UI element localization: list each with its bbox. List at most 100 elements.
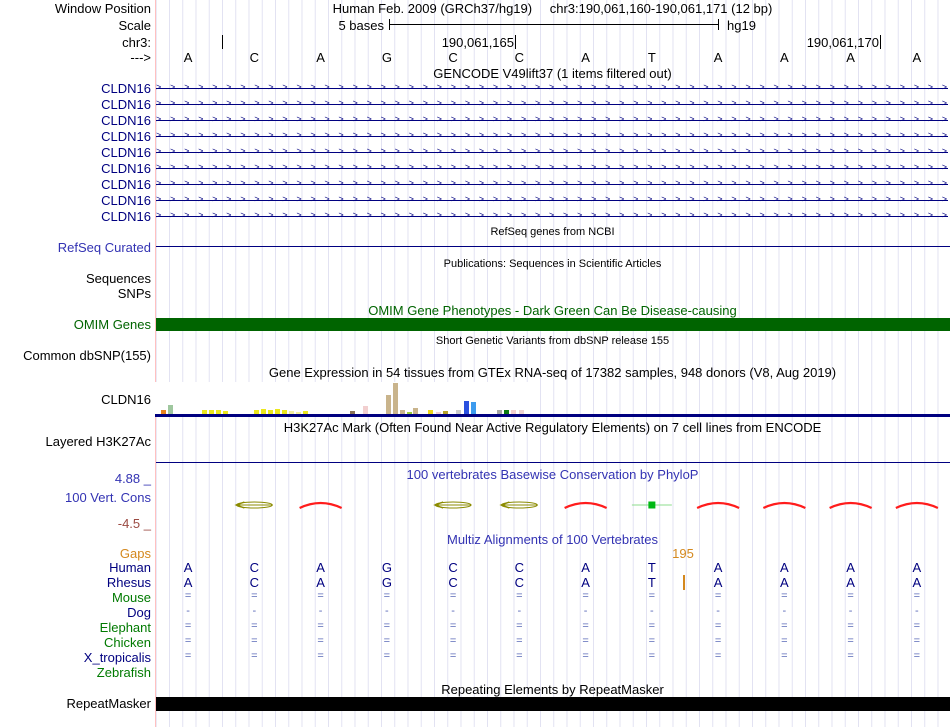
gtex-baseline (155, 414, 950, 417)
align-base: A (581, 560, 590, 575)
gaps-label[interactable]: Gaps (0, 546, 151, 561)
gene-row-label[interactable]: CLDN16 (0, 161, 151, 176)
repeatmasker-label[interactable]: RepeatMasker (0, 696, 151, 711)
gtex-bar[interactable] (168, 405, 173, 414)
gene-row-label[interactable]: CLDN16 (0, 193, 151, 208)
align-base: A (846, 575, 855, 590)
base-letter: A (183, 50, 193, 65)
species-label[interactable]: Dog (0, 605, 151, 620)
align-mark: = (383, 590, 391, 602)
gene-row[interactable]: > > > > > > > > > > > > > > > > > > > > > > > > > > > > > > > > > > > > > > > >… (156, 81, 948, 96)
align-mark: = (781, 620, 788, 632)
h3k27ac-track[interactable] (156, 462, 950, 463)
h3k27ac-label[interactable]: Layered H3K27Ac (0, 434, 151, 449)
gene-row-label[interactable]: CLDN16 (0, 81, 151, 96)
strand-arrows: > > > > > > > > > > > > > > > > > > > > > > > > > > > > > > > > > > > > > > > >… (156, 163, 948, 173)
align-mark: = (516, 590, 523, 602)
align-mark: = (317, 620, 324, 632)
align-mark: = (251, 650, 258, 662)
snps-label[interactable]: SNPs (0, 286, 151, 301)
align-mark: = (847, 650, 854, 662)
align-mark: = (317, 650, 324, 662)
align-base: A (846, 560, 855, 575)
gene-row-label[interactable]: CLDN16 (0, 209, 151, 224)
h3k27ac-title: H3K27Ac Mark (Often Found Near Active Re… (283, 420, 822, 435)
conservation-shape-lens[interactable] (499, 501, 538, 509)
conservation-shapes[interactable] (155, 496, 950, 514)
coord-tick (515, 35, 516, 49)
dbsnp-label[interactable]: Common dbSNP(155) (0, 348, 151, 363)
gene-row[interactable]: > > > > > > > > > > > > > > > > > > > > > > > > > > > > > > > > > > > > > > > >… (156, 193, 948, 208)
gene-row[interactable]: > > > > > > > > > > > > > > > > > > > > > > > > > > > > > > > > > > > > > > > >… (156, 177, 948, 192)
gtex-gene-label[interactable]: CLDN16 (0, 392, 151, 407)
conservation-shape-lens[interactable] (234, 501, 273, 509)
align-base: A (713, 560, 723, 575)
gtex-bar[interactable] (363, 406, 368, 414)
coord-label-1: 190,061,165 (441, 35, 514, 50)
strand-arrows: > > > > > > > > > > > > > > > > > > > > > > > > > > > > > > > > > > > > > > > >… (156, 195, 948, 205)
strand-arrows: > > > > > > > > > > > > > > > > > > > > > > > > > > > > > > > > > > > > > > > >… (156, 99, 948, 109)
omim-genes-bar[interactable] (156, 318, 950, 331)
repeatmasker-bar[interactable] (156, 697, 950, 711)
gene-row-label[interactable]: CLDN16 (0, 113, 151, 128)
align-mark: = (847, 620, 854, 632)
conservation-shape-hill[interactable] (564, 501, 608, 509)
align-mark: = (317, 635, 324, 647)
align-base: C (514, 575, 525, 590)
gene-row[interactable]: > > > > > > > > > > > > > > > > > > > > > > > > > > > > > > > > > > > > > > > >… (156, 161, 948, 176)
align-mark: = (449, 650, 457, 662)
omim-genes-label[interactable]: OMIM Genes (0, 317, 151, 332)
conservation-shape-hill[interactable] (696, 501, 740, 509)
gene-row[interactable]: > > > > > > > > > > > > > > > > > > > > > > > > > > > > > > > > > > > > > > > >… (156, 209, 948, 224)
gene-row[interactable]: > > > > > > > > > > > > > > > > > > > > > > > > > > > > > > > > > > > > > > > >… (156, 113, 948, 128)
align-mark: = (781, 650, 788, 662)
chrom-label: chr3: (122, 35, 151, 50)
conservation-shape-green[interactable] (631, 501, 672, 509)
align-base: A (912, 560, 922, 575)
conservation-shape-hill[interactable] (829, 501, 873, 509)
gtex-bar[interactable] (393, 383, 398, 414)
gtex-expression-chart[interactable] (155, 382, 533, 414)
gene-row-label[interactable]: CLDN16 (0, 129, 151, 144)
gene-row[interactable]: > > > > > > > > > > > > > > > > > > > > > > > > > > > > > > > > > > > > > > > >… (156, 145, 948, 160)
base-letter: A (713, 50, 723, 65)
coord-label-2: 190,061,170 (806, 35, 879, 50)
align-mark: = (913, 620, 921, 632)
position-title: chr3:190,061,160-190,061,171 (12 bp) (549, 1, 773, 16)
align-mark: = (184, 620, 192, 632)
window-position-title: Human Feb. 2009 (GRCh37/hg19) chr3:190,0… (155, 1, 950, 16)
conservation-shape-hill[interactable] (895, 501, 939, 509)
gene-row[interactable]: > > > > > > > > > > > > > > > > > > > > > > > > > > > > > > > > > > > > > > > >… (156, 97, 948, 112)
species-label[interactable]: X_tropicalis (0, 650, 151, 665)
align-mark: = (582, 635, 589, 647)
conservation-shape-hill[interactable] (299, 501, 343, 509)
align-mark: = (913, 635, 921, 647)
repeatmasker-title: Repeating Elements by RepeatMasker (441, 682, 664, 697)
align-base: A (316, 575, 325, 590)
gene-row[interactable]: > > > > > > > > > > > > > > > > > > > > > > > > > > > > > > > > > > > > > > > >… (156, 129, 948, 144)
gtex-bar[interactable] (471, 402, 476, 414)
species-label[interactable]: Rhesus (0, 575, 151, 590)
gene-row-label[interactable]: CLDN16 (0, 97, 151, 112)
gtex-bar[interactable] (464, 401, 469, 414)
species-label[interactable]: Zebrafish (0, 665, 151, 680)
species-label[interactable]: Human (0, 560, 151, 575)
refseq-curated-label[interactable]: RefSeq Curated (0, 240, 151, 255)
species-label[interactable]: Elephant (0, 620, 151, 635)
species-label[interactable]: Chicken (0, 635, 151, 650)
strand-arrows: > > > > > > > > > > > > > > > > > > > > > > > > > > > > > > > > > > > > > > > >… (156, 147, 948, 157)
align-mark: - (385, 605, 389, 617)
conservation-shape-hill[interactable] (762, 501, 806, 509)
gene-row-label[interactable]: CLDN16 (0, 145, 151, 160)
align-mark: - (650, 605, 654, 617)
gene-row-label[interactable]: CLDN16 (0, 177, 151, 192)
conservation-shape-lens[interactable] (433, 501, 472, 509)
species-label[interactable]: Mouse (0, 590, 151, 605)
align-mark: = (383, 635, 391, 647)
sequences-label[interactable]: Sequences (0, 271, 151, 286)
dbsnp-title: Short Genetic Variants from dbSNP releas… (435, 335, 670, 347)
gtex-bar[interactable] (386, 395, 391, 414)
base-letter: G (381, 50, 392, 65)
refseq-curated-track[interactable] (156, 246, 950, 247)
cons-track-label[interactable]: 100 Vert. Cons (0, 490, 151, 505)
